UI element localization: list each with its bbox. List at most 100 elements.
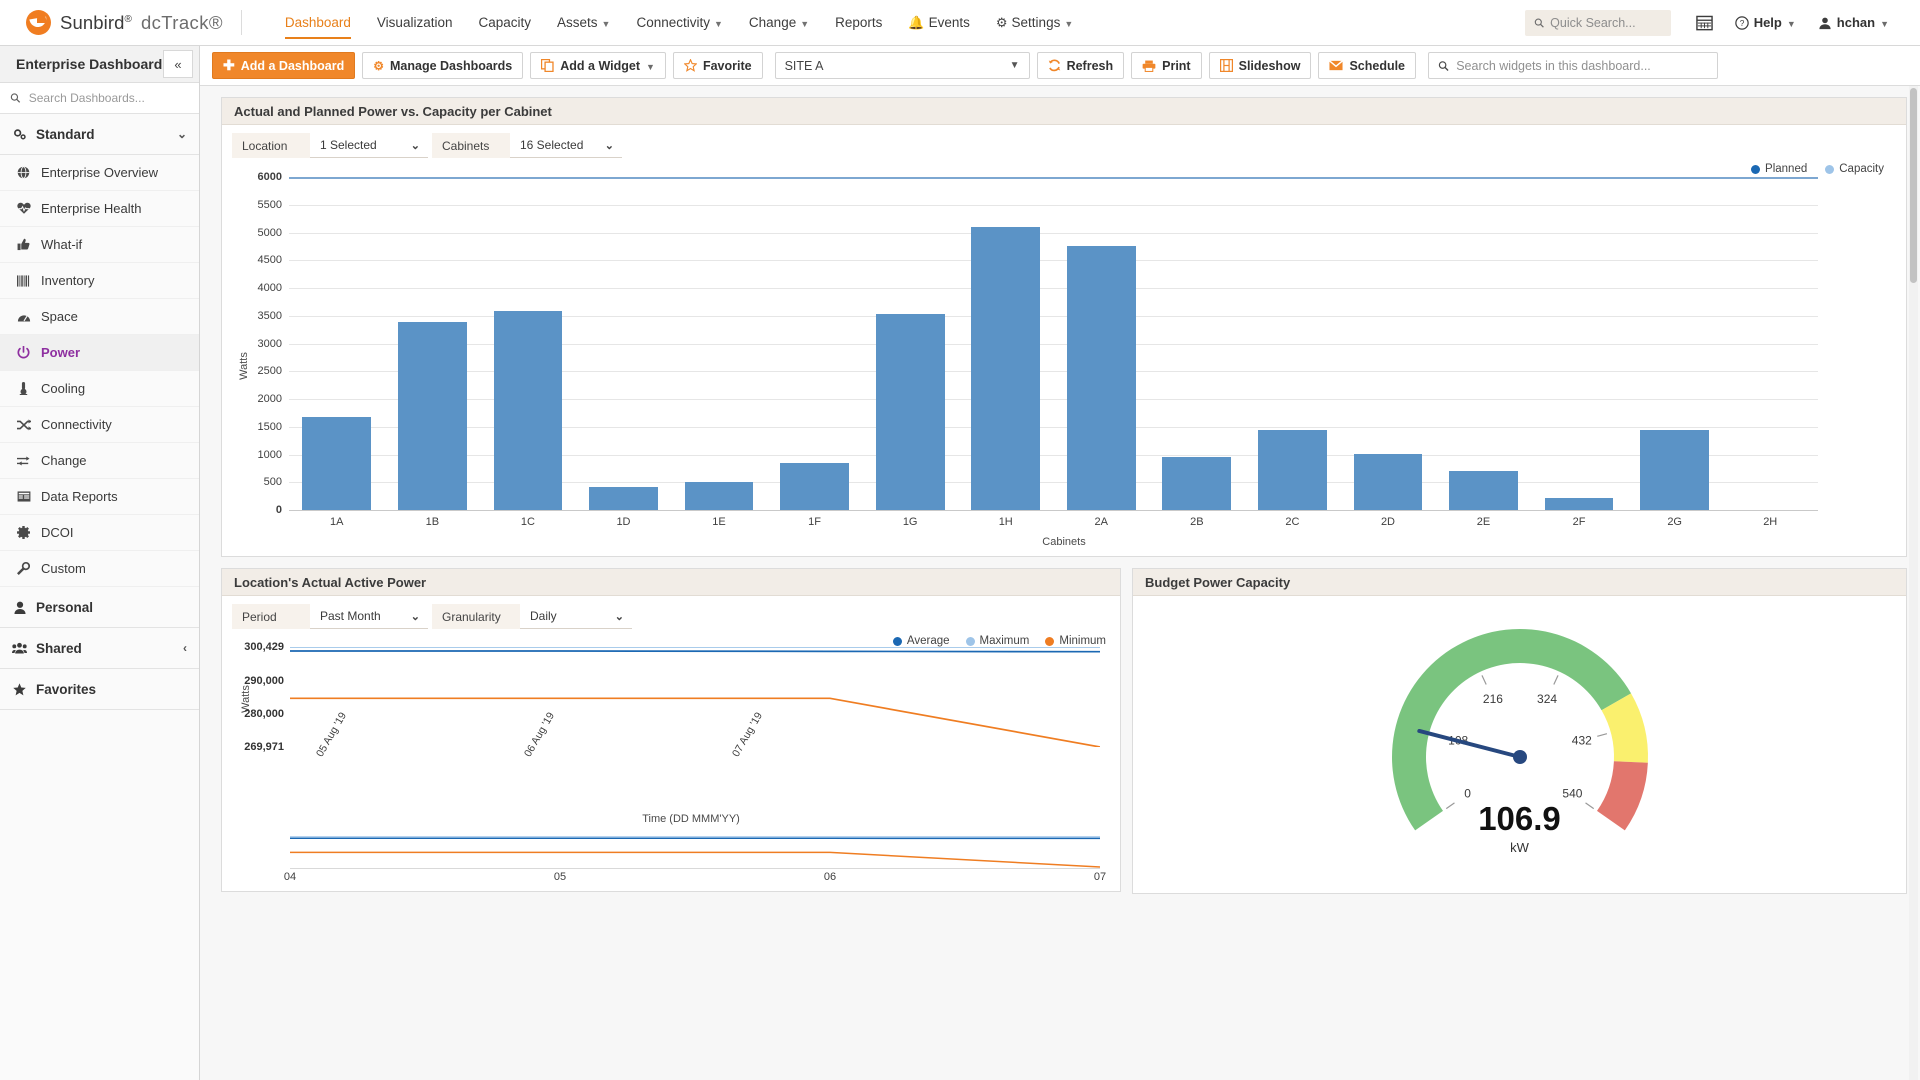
- search-icon: [1438, 60, 1449, 71]
- nav-item-visualization[interactable]: Visualization: [364, 0, 466, 45]
- legend-item-capacity[interactable]: Capacity: [1825, 163, 1884, 175]
- sidebar-group-label: Standard: [36, 126, 95, 142]
- sidebar-item-label: DCOI: [41, 525, 74, 540]
- refresh-button[interactable]: Refresh: [1036, 52, 1125, 79]
- bar[interactable]: [1162, 457, 1232, 510]
- legend-item-maximum[interactable]: Maximum: [965, 635, 1029, 647]
- bar[interactable]: [397, 321, 467, 510]
- chevron-left-icon[interactable]: ‹: [183, 641, 187, 655]
- line-chart-range-selector[interactable]: [290, 831, 1100, 869]
- help-menu[interactable]: ? Help ▼: [1724, 15, 1807, 30]
- filter-select-granularity[interactable]: Daily ⌄: [520, 604, 632, 629]
- bar[interactable]: [1353, 453, 1423, 510]
- bar[interactable]: [1258, 429, 1327, 510]
- filter-select-period[interactable]: Past Month ⌄: [310, 604, 428, 629]
- calendar-button[interactable]: [1685, 14, 1724, 31]
- bar[interactable]: [1449, 471, 1518, 510]
- print-button[interactable]: Print: [1131, 52, 1202, 79]
- line-series-svg: [290, 647, 1100, 747]
- sidebar-item-custom[interactable]: Custom: [0, 551, 199, 587]
- sidebar-item-space[interactable]: Space: [0, 299, 199, 335]
- nav-item-assets[interactable]: Assets ▼: [544, 0, 623, 45]
- site-selector[interactable]: SITE A ▼: [774, 52, 1030, 79]
- bar-widget-filters: Location 1 Selected ⌄ Cabinets 16 Select…: [222, 125, 1906, 160]
- nav-item-change[interactable]: Change ▼: [736, 0, 822, 45]
- sidebar-collapse-button[interactable]: «: [163, 50, 193, 78]
- quick-search-input[interactable]: [1550, 15, 1662, 30]
- filter-select-location[interactable]: 1 Selected ⌄: [310, 133, 428, 158]
- slideshow-button[interactable]: Slideshow: [1208, 52, 1312, 79]
- sidebar-item-inventory[interactable]: Inventory: [0, 263, 199, 299]
- legend-item-minimum[interactable]: Minimum: [1045, 635, 1106, 647]
- y-axis-tick-label: 6000: [257, 171, 282, 183]
- bar[interactable]: [780, 463, 849, 510]
- bar[interactable]: [1544, 498, 1614, 510]
- line-series-minimum[interactable]: [290, 698, 1100, 747]
- sidebar-item-what-if[interactable]: What-if: [0, 227, 199, 263]
- canvas-scrollbar[interactable]: [1909, 86, 1918, 1080]
- sidebar-group-standard[interactable]: Standard ⌄: [0, 114, 199, 155]
- bar-column: 1D: [576, 177, 672, 528]
- bar[interactable]: [684, 482, 754, 510]
- thumbs-up-icon: [16, 238, 31, 251]
- nav-item-capacity[interactable]: Capacity: [465, 0, 544, 45]
- bar[interactable]: [302, 416, 372, 510]
- sidebar-group-favorites[interactable]: Favorites: [0, 669, 199, 710]
- sidebar-item-change[interactable]: Change: [0, 443, 199, 479]
- widget-search-input[interactable]: [1456, 58, 1709, 73]
- bar-column: 2D: [1340, 177, 1436, 528]
- sidebar-item-connectivity[interactable]: Connectivity: [0, 407, 199, 443]
- bar[interactable]: [589, 486, 658, 510]
- line-widget-filters: Period Past Month ⌄ Granularity Daily ⌄: [222, 596, 1120, 631]
- y-axis-tick-label: 280,000: [244, 708, 284, 721]
- manage-dashboards-button[interactable]: ⚙ Manage Dashboards: [362, 52, 524, 79]
- filter-value: Past Month: [320, 609, 381, 623]
- sidebar-item-cooling[interactable]: Cooling: [0, 371, 199, 407]
- add-dashboard-button[interactable]: ✚ Add a Dashboard: [212, 52, 356, 79]
- bar[interactable]: [875, 314, 945, 510]
- x-axis-tick-label: 1C: [520, 516, 535, 528]
- gauge-tick-mark: [1480, 675, 1487, 685]
- sidebar-group-personal[interactable]: Personal: [0, 587, 199, 628]
- sidebar-item-data-reports[interactable]: Data Reports: [0, 479, 199, 515]
- chevron-down-icon[interactable]: ⌄: [177, 127, 187, 141]
- bar[interactable]: [493, 310, 563, 510]
- user-menu[interactable]: hchan ▼: [1807, 15, 1900, 30]
- gauge-value-block: 106.9 kW: [1478, 802, 1561, 855]
- nav-item-events[interactable]: 🔔 Events: [895, 0, 982, 45]
- nav-item-reports[interactable]: Reports: [822, 0, 895, 45]
- sidebar-search-box[interactable]: [0, 83, 199, 114]
- bar-column: 2F: [1531, 177, 1627, 528]
- heartbeat-icon: [16, 202, 31, 215]
- nav-item-connectivity[interactable]: Connectivity ▼: [623, 0, 735, 45]
- line-chart-x-axis-label: Time (DD MMM'YY): [642, 813, 740, 825]
- legend-swatch: [892, 636, 902, 646]
- canvas-scrollbar-thumb[interactable]: [1910, 88, 1917, 283]
- legend-item-planned[interactable]: Planned: [1751, 163, 1807, 175]
- bar[interactable]: [971, 226, 1041, 510]
- favorite-button[interactable]: Favorite: [672, 52, 763, 79]
- shuffle-icon: [16, 418, 31, 431]
- sidebar-item-power[interactable]: Power: [0, 335, 199, 371]
- bar[interactable]: [1640, 430, 1710, 510]
- sidebar-item-enterprise-overview[interactable]: Enterprise Overview: [0, 155, 199, 191]
- nav-item-dashboard[interactable]: Dashboard: [272, 0, 364, 45]
- brand-logo-area[interactable]: Sunbird® dcTrack®: [0, 0, 241, 45]
- gauge-unit: kW: [1510, 840, 1529, 855]
- sidebar-search-input[interactable]: [28, 91, 189, 105]
- legend-item-average[interactable]: Average: [892, 635, 950, 647]
- nav-item-settings[interactable]: ⚙ Settings ▼: [983, 0, 1086, 45]
- schedule-button[interactable]: Schedule: [1318, 52, 1417, 79]
- sidebar-group-shared[interactable]: Shared ‹: [0, 628, 199, 669]
- line-series-average[interactable]: [290, 651, 1100, 652]
- sidebar-header: Enterprise Dashboard «: [0, 46, 199, 83]
- sidebar-item-enterprise-health[interactable]: Enterprise Health: [0, 191, 199, 227]
- range-tick-label: 07: [1093, 871, 1107, 883]
- bar-column: 2G: [1627, 177, 1723, 528]
- sidebar-item-dcoi[interactable]: DCOI: [0, 515, 199, 551]
- quick-search-box[interactable]: [1524, 9, 1671, 36]
- widget-search-box[interactable]: [1428, 52, 1719, 79]
- filter-select-cabinets[interactable]: 16 Selected ⌄: [510, 133, 622, 158]
- bar[interactable]: [1066, 245, 1136, 510]
- add-widget-button[interactable]: Add a Widget ▼: [530, 52, 666, 79]
